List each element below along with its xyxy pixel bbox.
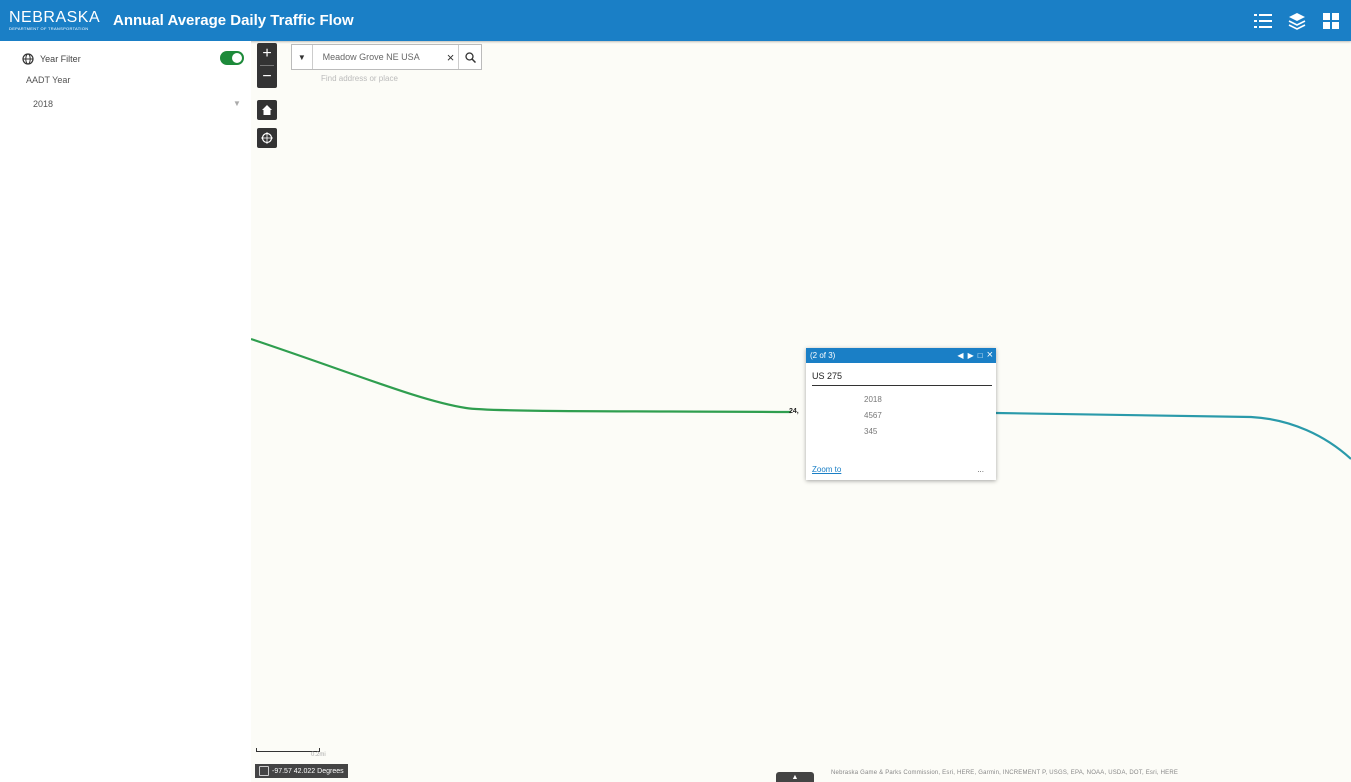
zoom-controls: + − — [257, 43, 277, 88]
popup-title: US 275 — [812, 371, 992, 386]
map-view[interactable]: 24, + − ▼ × Find address or place — [251, 41, 1351, 782]
search-button[interactable] — [458, 45, 481, 69]
search-hint: Find address or place — [321, 74, 398, 83]
logo-text: NEBRASKA — [9, 8, 101, 26]
chevron-down-icon[interactable]: ▼ — [233, 99, 241, 108]
road-layer — [251, 337, 1351, 460]
locate-icon — [261, 132, 273, 144]
expand-panel-button[interactable]: ▲ — [776, 772, 814, 782]
filter-panel: Year Filter AADT Year 2018 ▼ — [0, 41, 251, 782]
maximize-icon[interactable]: □ — [978, 351, 983, 360]
home-button[interactable] — [257, 100, 277, 120]
popup-controls: ◀ ▶ □ × — [957, 349, 993, 361]
popup-header: (2 of 3) ◀ ▶ □ × — [806, 348, 996, 363]
close-icon[interactable]: × — [443, 50, 459, 65]
layers-icon[interactable] — [1283, 7, 1311, 35]
basemap-gallery-icon[interactable] — [1317, 7, 1345, 35]
close-icon[interactable]: × — [987, 349, 993, 361]
feature-popup: (2 of 3) ◀ ▶ □ × US 275 2018 4567 345 Zo… — [806, 348, 996, 480]
aadt-year-label: AADT Year — [26, 75, 71, 85]
search-icon — [465, 51, 476, 63]
chevron-up-icon: ▲ — [791, 773, 799, 781]
legend-icon[interactable] — [1249, 7, 1277, 35]
popup-row-value: 4567 — [864, 411, 882, 420]
coordinate-text: -97.57 42.022 Degrees — [272, 767, 344, 775]
search-source-dropdown[interactable]: ▼ — [292, 45, 313, 69]
aadt-year-select[interactable]: 2018 — [33, 99, 53, 109]
road-segment-east[interactable] — [995, 411, 1351, 460]
search-input[interactable] — [320, 51, 443, 63]
year-filter-toggle[interactable] — [220, 51, 244, 65]
logo-subtext: DEPARTMENT OF TRANSPORTATION — [9, 25, 89, 31]
previous-icon[interactable]: ◀ — [957, 351, 963, 360]
next-icon[interactable]: ▶ — [968, 351, 974, 360]
more-actions-button[interactable]: ... — [977, 465, 984, 474]
road-segment-west[interactable] — [251, 337, 792, 414]
header-toolbar — [1249, 0, 1345, 41]
home-icon — [262, 105, 272, 115]
zoom-in-button[interactable]: + — [257, 43, 277, 65]
nebraska-dot-logo: NEBRASKA DEPARTMENT OF TRANSPORTATION — [9, 6, 103, 36]
map-attribution: Nebraska Game & Parks Commission, Esri, … — [831, 770, 1179, 776]
popup-row-value: 345 — [864, 427, 878, 436]
search-widget: ▼ × — [291, 44, 482, 70]
popup-row-value: 2018 — [864, 395, 882, 404]
road-label: 24, — [789, 408, 799, 415]
locate-button[interactable] — [257, 128, 277, 148]
year-filter-label: Year Filter — [40, 54, 81, 64]
coordinate-readout[interactable]: -97.57 42.022 Degrees — [255, 764, 348, 778]
coordinate-icon — [259, 766, 269, 776]
zoom-out-button[interactable]: − — [257, 66, 277, 88]
zoom-to-link[interactable]: Zoom to — [812, 465, 841, 474]
app-header: NEBRASKA DEPARTMENT OF TRANSPORTATION An… — [0, 0, 1351, 41]
app-title: Annual Average Daily Traffic Flow — [113, 12, 354, 29]
popup-counter: (2 of 3) — [810, 351, 836, 360]
scale-label: 0.2mi — [311, 752, 326, 758]
globe-icon — [22, 53, 34, 65]
year-filter-row: Year Filter — [22, 50, 246, 68]
toggle-knob — [232, 53, 242, 63]
